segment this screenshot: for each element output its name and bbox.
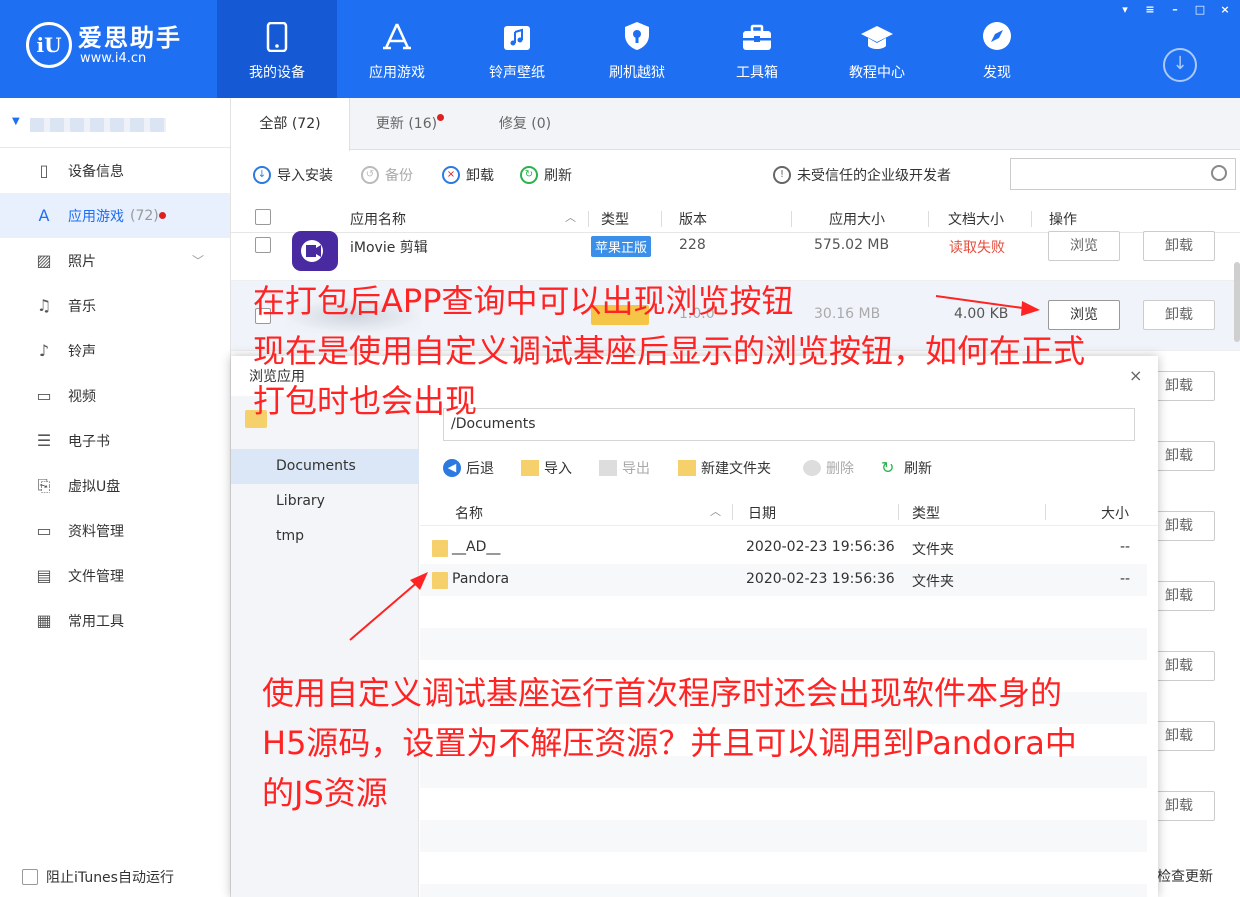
- annotation-arrow-to-browse: [935, 295, 1040, 316]
- annotation-arrow-to-pandora: [349, 572, 428, 641]
- annotation-arrows: [349, 295, 1040, 641]
